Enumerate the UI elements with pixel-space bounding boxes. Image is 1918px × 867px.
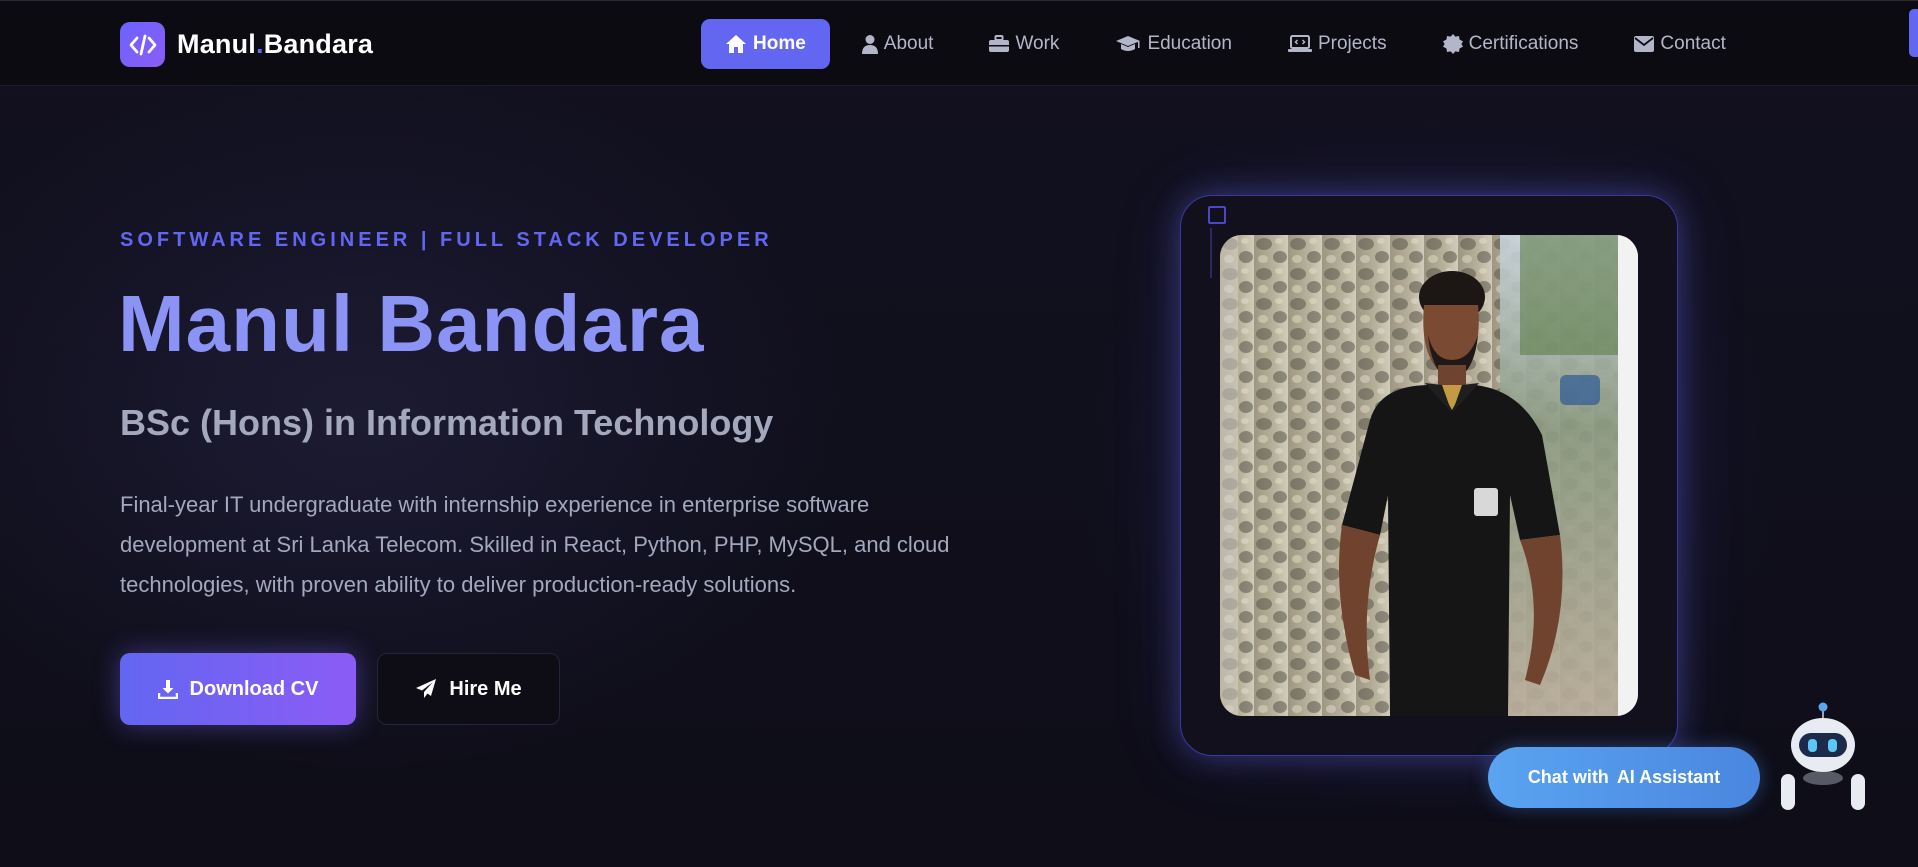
- nav-item-label: Home: [753, 33, 806, 54]
- profile-photo: [1220, 235, 1638, 716]
- ai-chat-button[interactable]: Chat with AI Assistant: [1488, 747, 1760, 808]
- nav-item-projects[interactable]: Projects: [1264, 19, 1411, 69]
- brand-dot: .: [256, 29, 264, 59]
- robot-assistant-icon[interactable]: [1775, 700, 1867, 815]
- hero-description: Final-year IT undergraduate with interns…: [120, 492, 950, 597]
- nav-links: Home About Work Education Projects Certi…: [701, 19, 1758, 69]
- chat-label-highlight: AI Assistant: [1616, 767, 1721, 787]
- hero-degree: BSc (Hons) in Information Technology: [120, 402, 774, 443]
- nav-item-label: Work: [1015, 33, 1060, 54]
- home-icon: [726, 35, 746, 53]
- nav-item-label: Education: [1147, 33, 1232, 54]
- nav-item-work[interactable]: Work: [965, 19, 1083, 69]
- download-cv-button[interactable]: Download CV: [120, 653, 356, 725]
- chat-label-prefix: Chat with: [1527, 767, 1609, 787]
- download-cv-label: Download CV: [189, 677, 319, 700]
- download-icon: [157, 680, 178, 699]
- nav-item-home[interactable]: Home: [701, 19, 830, 69]
- navbar: Manul.Bandara Home About Work Education …: [0, 0, 1918, 86]
- code-icon: [120, 22, 165, 67]
- nav-item-label: Contact: [1660, 33, 1726, 54]
- briefcase-icon: [989, 35, 1010, 52]
- paper-plane-icon: [416, 679, 437, 698]
- user-icon: [861, 35, 878, 54]
- envelope-icon: [1634, 36, 1655, 52]
- brand-first: Manul: [177, 29, 256, 59]
- hire-me-button[interactable]: Hire Me: [377, 653, 560, 725]
- hero-tagline: SOFTWARE ENGINEER | FULL STACK DEVELOPER: [120, 229, 773, 251]
- nav-item-certifications[interactable]: Certifications: [1419, 19, 1603, 69]
- nav-item-label: Projects: [1317, 33, 1387, 54]
- brand-last: Bandara: [263, 29, 374, 59]
- nav-item-label: About: [883, 33, 934, 54]
- nav-item-label: Certifications: [1468, 33, 1579, 54]
- brand-name: Manul.Bandara: [177, 29, 373, 60]
- graduation-cap-icon: [1116, 36, 1141, 51]
- laptop-code-icon: [1287, 35, 1312, 52]
- hero-title: Manul Bandara: [118, 279, 705, 368]
- frame-corner-decoration: [1208, 206, 1226, 224]
- scroll-indicator[interactable]: [1909, 9, 1918, 57]
- nav-item-about[interactable]: About: [838, 19, 958, 69]
- certificate-icon: [1442, 34, 1463, 54]
- nav-item-contact[interactable]: Contact: [1610, 19, 1749, 69]
- brand[interactable]: Manul.Bandara: [120, 22, 373, 67]
- frame-corner-line: [1210, 228, 1212, 278]
- hire-me-label: Hire Me: [449, 677, 522, 700]
- nav-item-education[interactable]: Education: [1091, 19, 1256, 69]
